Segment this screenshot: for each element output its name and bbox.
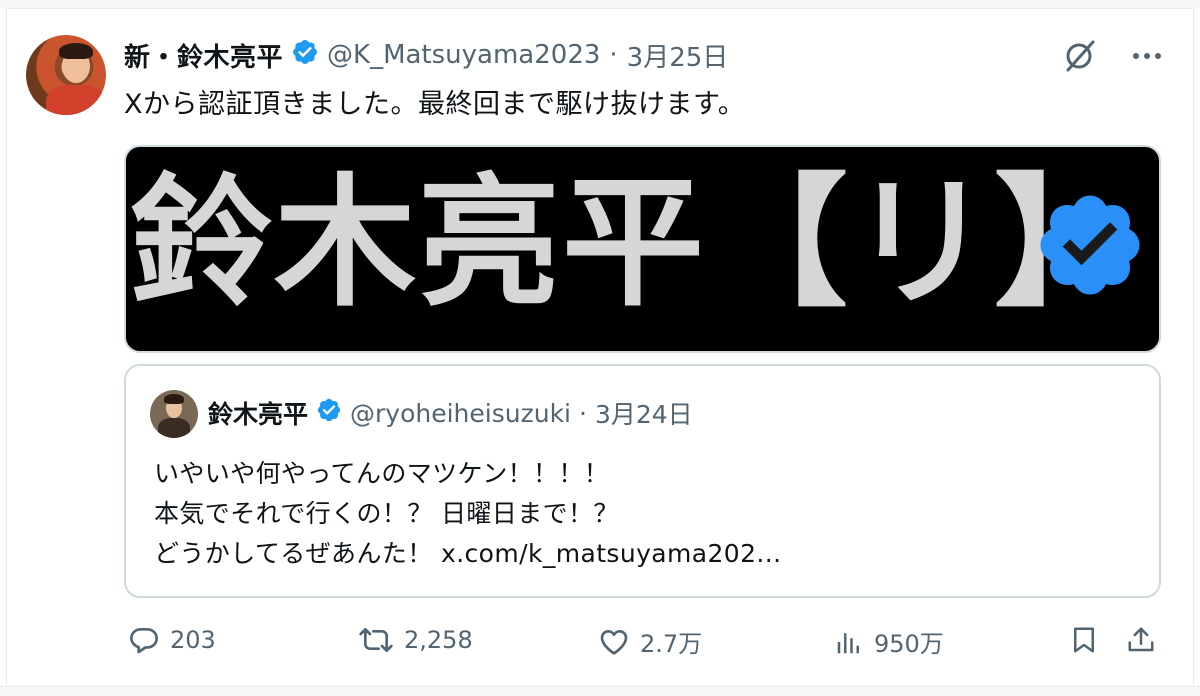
views-button[interactable]: 950万 xyxy=(834,624,944,659)
like-count: 2.7万 xyxy=(640,630,703,658)
retweet-button[interactable]: 2,258 xyxy=(358,624,473,656)
like-button[interactable]: 2.7万 xyxy=(598,624,702,659)
author-avatar[interactable] xyxy=(26,35,106,115)
frame-right xyxy=(1193,8,1200,688)
author-handle[interactable]: @K_Matsuyama2023 xyxy=(327,40,600,70)
share-icon xyxy=(1128,627,1154,652)
reply-button[interactable]: 203 xyxy=(128,624,216,656)
quoted-line: どうかしてるぜあんた！ x.com/k_matsuyama202... xyxy=(154,539,782,568)
media-image-text: 鈴木亮平【リ】 xyxy=(130,161,1138,326)
like-icon xyxy=(600,629,628,655)
views-count: 950万 xyxy=(874,630,944,658)
quoted-author-handle: @ryoheiheisuzuki xyxy=(350,398,571,428)
share-button[interactable] xyxy=(1126,624,1156,656)
quoted-tweet-header: 鈴木亮平 @ryoheiheisuzuki · 3月24日 xyxy=(208,396,693,430)
tweet-date[interactable]: 3月25日 xyxy=(627,37,729,74)
reply-icon xyxy=(130,628,158,654)
tweet-header: 新・鈴木亮平 @K_Matsuyama2023 · 3月25日 xyxy=(124,36,728,74)
quoted-line: いやいや何やってんのマツケン！！！！ xyxy=(154,459,610,488)
frame-top xyxy=(0,0,1200,9)
quoted-tweet[interactable]: 鈴木亮平 @ryoheiheisuzuki · 3月24日 いやいや何やってんの… xyxy=(124,364,1161,598)
tweet-action-bar: 203 2,258 2.7万 950万 xyxy=(124,624,1164,664)
separator-dot: · xyxy=(579,398,587,428)
quoted-tweet-text: いやいや何やってんのマツケン！！！！ 本気でそれで行くの！？ 日曜日まで！？ ど… xyxy=(154,454,781,574)
reply-count: 203 xyxy=(170,626,216,654)
views-icon xyxy=(837,632,859,653)
quoted-author-display-name: 鈴木亮平 xyxy=(208,400,309,429)
separator-dot: · xyxy=(609,40,618,70)
bookmark-icon xyxy=(1074,627,1094,653)
tweet-top-actions xyxy=(1062,38,1162,74)
quoted-tweet-date: 3月24日 xyxy=(594,400,693,429)
author-display-name[interactable]: 新・鈴木亮平 xyxy=(124,37,283,74)
tweet-text: Xから認証頂きました。最終回まで駆け抜けます。 xyxy=(124,89,746,120)
quoted-line: 本気でそれで行くの！？ 日曜日まで！？ xyxy=(154,499,619,528)
bookmark-button[interactable] xyxy=(1069,624,1099,656)
more-icon[interactable] xyxy=(1132,51,1162,61)
retweet-count: 2,258 xyxy=(404,626,473,654)
retweet-icon xyxy=(359,628,393,652)
tweet-media-image[interactable]: 鈴木亮平【リ】 xyxy=(124,145,1161,353)
frame-left xyxy=(0,8,7,688)
quoted-author-avatar xyxy=(150,390,198,438)
grok-icon[interactable] xyxy=(1062,38,1098,74)
verified-badge-icon xyxy=(1032,187,1148,307)
verified-badge-icon xyxy=(316,397,342,429)
verified-badge-icon[interactable] xyxy=(291,38,319,73)
